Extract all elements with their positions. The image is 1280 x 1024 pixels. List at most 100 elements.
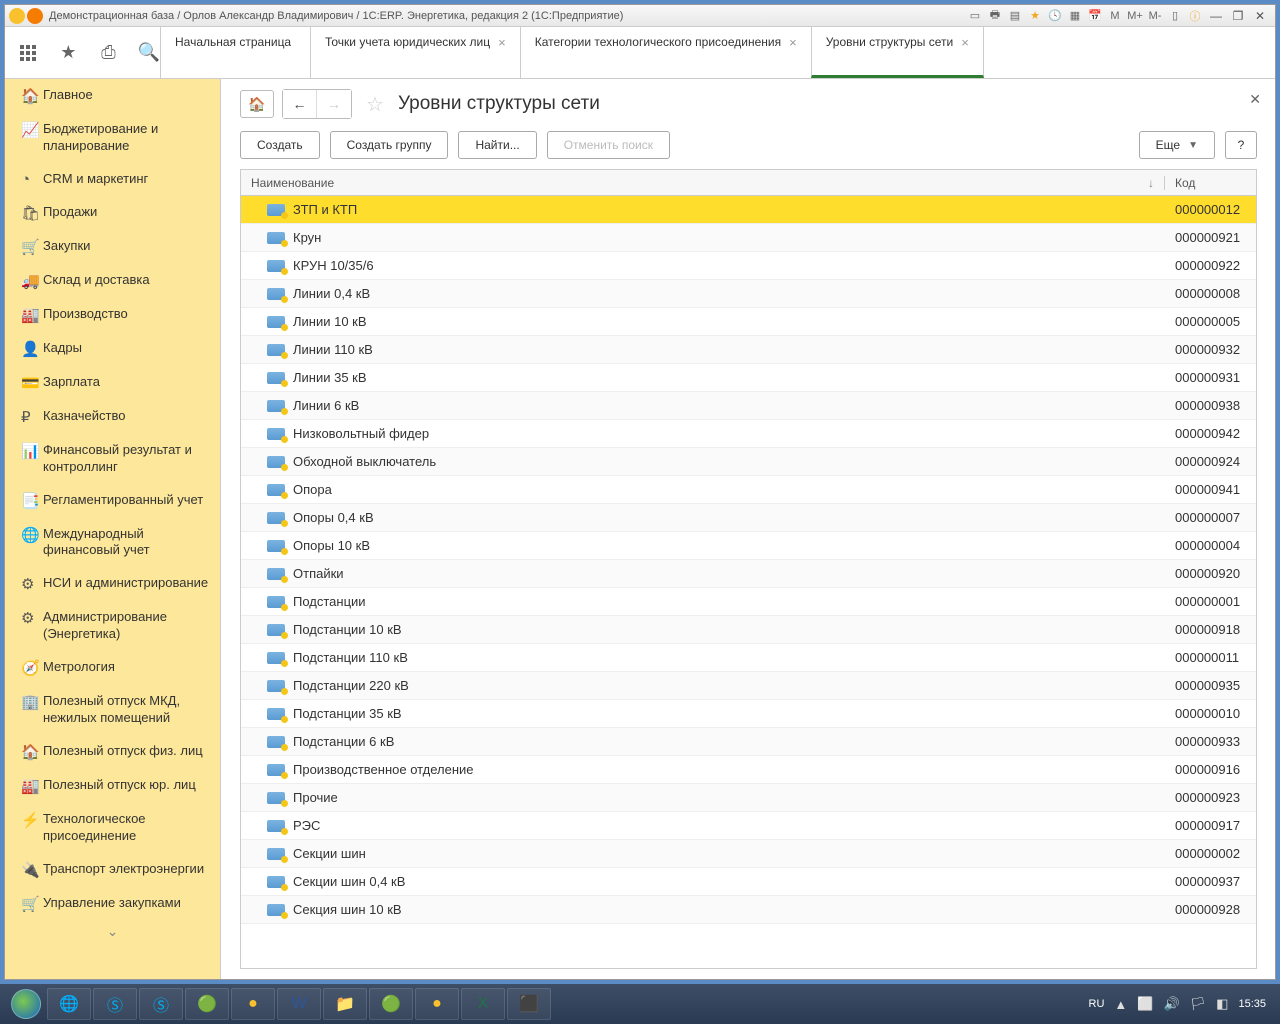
maximize-button[interactable]: ❐ (1227, 8, 1249, 24)
tool-icon[interactable]: ▭ (966, 8, 984, 24)
table-row[interactable]: Подстанции 6 кВ000000933 (241, 728, 1256, 756)
favorite-icon[interactable]: ★ (1026, 8, 1044, 24)
cancel-find-button[interactable]: Отменить поиск (547, 131, 670, 159)
apps-icon[interactable] (17, 41, 39, 65)
task-item[interactable]: 🌐 (47, 988, 91, 1020)
table-row[interactable]: Отпайки000000920 (241, 560, 1256, 588)
tab[interactable]: Точки учета юридических лиц× (310, 27, 520, 78)
mminus-button[interactable]: M- (1146, 8, 1164, 24)
table-row[interactable]: Секции шин000000002 (241, 840, 1256, 868)
table-row[interactable]: Линии 0,4 кВ000000008 (241, 280, 1256, 308)
sidebar-item[interactable]: 🛒Закупки (5, 230, 220, 264)
sidebar-item[interactable]: 📑Регламентированный учет (5, 484, 220, 518)
table-row[interactable]: ЗТП и КТП000000012 (241, 196, 1256, 224)
tab[interactable]: Уровни структуры сети× (811, 27, 984, 78)
column-name[interactable]: Наименование↓ (241, 176, 1164, 190)
page-star-icon[interactable]: ☆ (366, 92, 384, 117)
search-icon[interactable]: 🔍 (138, 41, 160, 65)
tab-close-icon[interactable]: × (961, 35, 969, 50)
table-row[interactable]: Линии 6 кВ000000938 (241, 392, 1256, 420)
clipboard-icon[interactable]: ⎙ (97, 41, 119, 65)
sidebar-item[interactable]: 🏠Полезный отпуск физ. лиц (5, 735, 220, 769)
tab-close-icon[interactable]: × (789, 35, 797, 50)
task-item[interactable]: ● (415, 988, 459, 1020)
table-row[interactable]: Низковольтный фидер000000942 (241, 420, 1256, 448)
table-row[interactable]: Подстанции 110 кВ000000011 (241, 644, 1256, 672)
table-row[interactable]: Линии 10 кВ000000005 (241, 308, 1256, 336)
task-item[interactable]: 📁 (323, 988, 367, 1020)
sidebar-item[interactable]: 👤Кадры (5, 332, 220, 366)
help-button[interactable]: ? (1225, 131, 1257, 159)
tab-close-icon[interactable]: × (498, 35, 506, 50)
column-code[interactable]: Код (1164, 176, 1256, 190)
table-row[interactable]: Подстанции 10 кВ000000918 (241, 616, 1256, 644)
sidebar-item[interactable]: ⚙Администрирование (Энергетика) (5, 601, 220, 651)
forward-button[interactable]: → (317, 90, 351, 118)
table-row[interactable]: Производственное отделение000000916 (241, 756, 1256, 784)
volume-icon[interactable]: 🔊 (1163, 996, 1179, 1012)
sidebar-more-icon[interactable]: ⌄ (5, 921, 220, 942)
star-icon[interactable]: ★ (57, 41, 79, 65)
task-item[interactable]: ● (231, 988, 275, 1020)
sidebar-item[interactable]: ₽Казначейство (5, 400, 220, 434)
history-icon[interactable]: 🕓 (1046, 8, 1064, 24)
task-item[interactable]: Ⓢ (139, 988, 183, 1020)
sidebar-item[interactable]: ⚡Технологическое присоединение (5, 803, 220, 853)
table-row[interactable]: Подстанции000000001 (241, 588, 1256, 616)
table-row[interactable]: КРУН 10/35/6000000922 (241, 252, 1256, 280)
table-row[interactable]: Опора000000941 (241, 476, 1256, 504)
calendar-icon[interactable]: 📅 (1086, 8, 1104, 24)
table-row[interactable]: Линии 110 кВ000000932 (241, 336, 1256, 364)
sidebar-item[interactable]: 📈Бюджетирование и планирование (5, 113, 220, 163)
table-row[interactable]: Линии 35 кВ000000931 (241, 364, 1256, 392)
task-item[interactable]: X (461, 988, 505, 1020)
create-group-button[interactable]: Создать группу (330, 131, 449, 159)
table-row[interactable]: РЭС000000917 (241, 812, 1256, 840)
home-button[interactable]: 🏠 (240, 90, 274, 118)
table-row[interactable]: Опоры 10 кВ000000004 (241, 532, 1256, 560)
find-button[interactable]: Найти... (458, 131, 536, 159)
table-row[interactable]: Обходной выключатель000000924 (241, 448, 1256, 476)
task-item[interactable]: ⬛ (507, 988, 551, 1020)
calc-icon[interactable]: ▦ (1066, 8, 1084, 24)
create-button[interactable]: Создать (240, 131, 320, 159)
table-row[interactable]: Секции шин 0,4 кВ000000937 (241, 868, 1256, 896)
table-row[interactable]: Подстанции 220 кВ000000935 (241, 672, 1256, 700)
sidebar-item[interactable]: 🧭Метрология (5, 651, 220, 685)
table-row[interactable]: Подстанции 35 кВ000000010 (241, 700, 1256, 728)
language-indicator[interactable]: RU (1089, 998, 1105, 1010)
tab[interactable]: Категории технологического присоединения… (520, 27, 811, 78)
table-row[interactable]: Опоры 0,4 кВ000000007 (241, 504, 1256, 532)
sidebar-item[interactable]: ⚙НСИ и администрирование (5, 567, 220, 601)
sidebar-item[interactable]: 💳Зарплата (5, 366, 220, 400)
sidebar-item[interactable]: 📊Финансовый результат и контроллинг (5, 434, 220, 484)
start-button[interactable] (6, 988, 46, 1020)
sidebar-item[interactable]: 🛍Продажи (5, 196, 220, 230)
table-row[interactable]: Секция шин 10 кВ000000928 (241, 896, 1256, 924)
print-icon[interactable]: 🖶 (986, 8, 1004, 24)
task-item[interactable]: 🟢 (369, 988, 413, 1020)
sidebar-item[interactable]: 🌐Международный финансовый учет (5, 518, 220, 568)
sidebar-item[interactable]: 🏢Полезный отпуск МКД, нежилых помещений (5, 685, 220, 735)
sidebar-item[interactable]: 🛒Управление закупками (5, 887, 220, 921)
sidebar-item[interactable]: 🏭Полезный отпуск юр. лиц (5, 769, 220, 803)
close-button[interactable]: ✕ (1249, 8, 1271, 24)
clock[interactable]: 15:35 (1238, 998, 1266, 1010)
mplus-button[interactable]: M+ (1126, 8, 1144, 24)
doc-icon[interactable]: ▤ (1006, 8, 1024, 24)
sidebar-item[interactable]: 🏭Производство (5, 298, 220, 332)
sidebar-item[interactable]: 🚚Склад и доставка (5, 264, 220, 298)
minimize-button[interactable]: — (1205, 8, 1227, 24)
flag-icon[interactable]: 🏳 (1190, 996, 1207, 1012)
tray-icon[interactable]: ◧ (1216, 996, 1228, 1012)
m-button[interactable]: M (1106, 8, 1124, 24)
more-button[interactable]: Еще▼ (1139, 131, 1215, 159)
task-item[interactable]: 🟢 (185, 988, 229, 1020)
tray-icon[interactable]: ⬜ (1137, 996, 1153, 1012)
tab[interactable]: Начальная страница (160, 27, 310, 78)
dropdown-icon[interactable] (27, 8, 43, 24)
sidebar-item[interactable]: ◔CRM и маркетинг (5, 163, 220, 196)
task-item[interactable]: Ⓢ (93, 988, 137, 1020)
sidebar-item[interactable]: 🏠Главное (5, 79, 220, 113)
panel-icon[interactable]: ▯ (1166, 8, 1184, 24)
